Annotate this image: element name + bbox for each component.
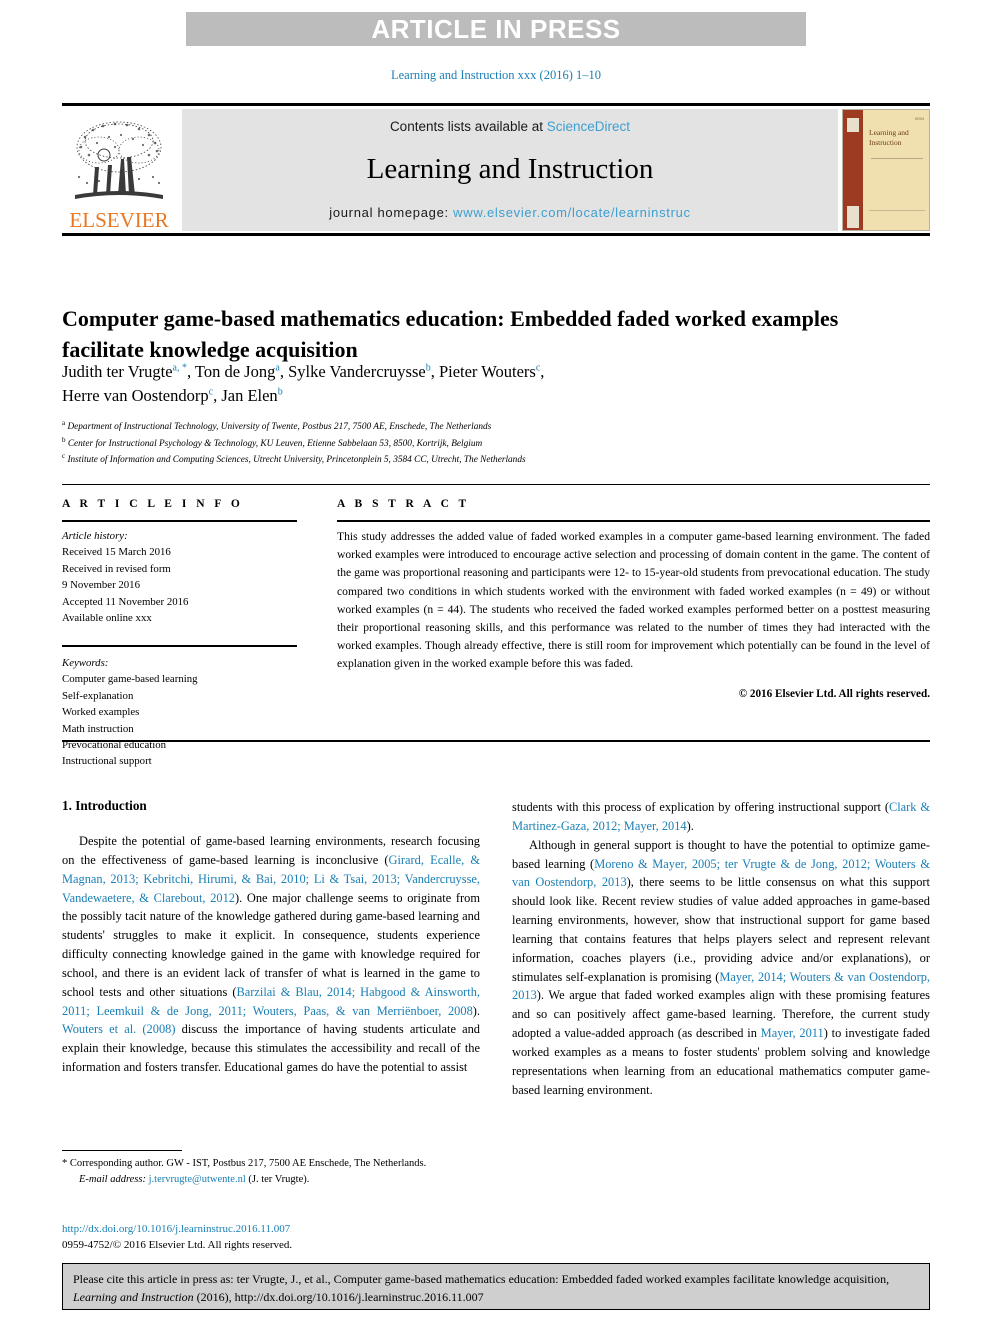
abstract-text: This study addresses the added value of … [337,530,930,671]
article-history-label: Article history: [62,530,128,542]
abstract-copyright: © 2016 Elsevier Ltd. All rights reserved… [738,688,930,700]
journal-reference-line: Learning and Instruction xxx (2016) 1–10 [390,68,602,82]
email-link[interactable]: j.tervrugte@utwente.nl [149,1174,246,1185]
citation-prefix: Please cite this article in press as: te… [73,1272,890,1286]
keyword-item: Worked examples [62,706,140,719]
author-2: , Ton de Jong [186,362,276,381]
citation-link[interactable]: Wouters et al. (2008) [62,1022,175,1036]
section-heading-introduction: 1. Introduction [62,798,147,813]
body-text-run: students with this process of explicatio… [512,800,889,814]
body-text-run: ). One major challenge seems to originat… [62,890,480,999]
keyword-item: Computer game-based learning [62,673,198,686]
keyword-item: Instructional support [62,755,152,768]
cover-divider-lower [869,210,925,211]
author-list: Judith ter Vrugtea, *, Ton de Jonga, Syl… [62,360,862,408]
body-text-run: ). [472,1003,480,1018]
author-5: Herre van Oostendorp [62,385,209,405]
email-owner: (J. ter Vrugte). [248,1173,310,1185]
body-top-rule [62,740,930,742]
masthead-content-band: Contents lists available at ScienceDirec… [182,109,838,231]
affiliation-item: b Center for Instructional Psychology & … [62,435,862,452]
author-line1-terminator: , [540,362,545,381]
affiliation-mark-a: a [62,419,66,427]
body-text-run: ). [686,818,694,833]
keywords-block: Keywords: Computer game-based learning S… [62,655,302,770]
affiliation-list: a Department of Instructional Technology… [62,418,862,468]
doi-link[interactable]: http://dx.doi.org/10.1016/j.learninstruc… [62,1222,482,1238]
affiliation-text-c: Institute of Information and Computing S… [67,455,526,466]
body-paragraph: Although in general support is thought t… [512,836,930,1100]
body-text-run: ), there seems to be little consensus on… [512,875,930,984]
section-top-rule [62,484,930,485]
author-6: , Jan Elen [213,385,278,405]
body-paragraph: students with this process of explicatio… [512,798,930,836]
contents-lists-line: Contents lists available at ScienceDirec… [390,119,630,134]
elsevier-logo: ELSEVIER [62,109,176,231]
article-info-heading: A R T I C L E I N F O [62,498,244,510]
contents-lists-prefix: Contents lists available at [389,119,547,134]
author-4: , Pieter Wouters [430,362,536,381]
journal-title: Learning and Instruction [366,152,654,185]
email-label: E-mail address: [79,1173,146,1185]
cover-issn-mark: ISSN [914,116,924,121]
cover-journal-title: Learning and Instruction [869,128,909,148]
article-in-press-banner: ARTICLE IN PRESS [186,12,806,46]
abstract-heading: A B S T R A C T [337,498,470,510]
author-6-affil-mark[interactable]: b [278,386,283,397]
abstract-rule [337,520,930,522]
history-item: Received in revised form [62,562,171,575]
affiliation-mark-b: b [62,435,66,444]
affiliation-mark-c: c [62,452,66,460]
elsevier-tree-icon [75,121,163,199]
body-paragraph: Despite the potential of game-based lear… [62,832,480,1077]
affiliation-item: a Department of Instructional Technology… [62,418,862,435]
citation-link[interactable]: Mayer, 2011 [761,1026,824,1040]
journal-homepage-line: journal homepage: www.elsevier.com/locat… [329,205,691,220]
keywords-label: Keywords: [62,657,109,669]
issn-copyright-line: 0959-4752/© 2016 Elsevier Ltd. All right… [62,1239,293,1251]
keywords-rule [62,645,297,647]
journal-homepage-link[interactable]: www.elsevier.com/locate/learninstruc [453,205,691,220]
article-info-rule [62,520,297,522]
keyword-item: Math instruction [62,722,134,735]
masthead-bottom-rule [62,233,930,236]
journal-homepage-label: journal homepage: [329,204,454,220]
body-column-left: Despite the potential of game-based lear… [62,832,480,1077]
corresponding-author-note: * Corresponding author. GW - IST, Postbu… [62,1158,427,1169]
email-note: E-mail address: j.tervrugte@utwente.nl (… [62,1172,482,1188]
article-in-press-label: ARTICLE IN PRESS [371,13,621,44]
article-history-block: Article history: Received 15 March 2016 … [62,528,302,626]
citation-suffix: (2016), http://dx.doi.org/10.1016/j.lear… [193,1289,484,1304]
citation-journal-name: Learning and Instruction [73,1289,194,1304]
author-1: Judith ter Vrugte [62,362,173,381]
affiliation-text-a: Department of Instructional Technology, … [67,422,492,433]
body-column-right: students with this process of explicatio… [512,798,930,1100]
history-item: Received 15 March 2016 [62,546,171,559]
affiliation-text-b: Center for Instructional Psychology & Te… [67,438,483,449]
sciencedirect-link[interactable]: ScienceDirect [547,119,630,134]
cover-spine [843,110,863,230]
cover-divider [871,158,923,159]
affiliation-item: c Institute of Information and Computing… [62,451,862,468]
keyword-item: Self-explanation [62,689,134,702]
citation-notice-box: Please cite this article in press as: te… [62,1263,930,1310]
history-item: Accepted 11 November 2016 [62,595,189,608]
page-title: Computer game-based mathematics educatio… [62,305,839,362]
history-item: 9 November 2016 [62,579,140,592]
author-1-affil-marks[interactable]: a, * [173,363,187,374]
journal-cover-thumbnail: ISSN Learning and Instruction [842,109,930,231]
footnote-block: * Corresponding author. GW - IST, Postbu… [62,1156,482,1188]
footnote-rule [62,1150,182,1151]
history-item: Available online xxx [62,612,152,625]
author-3: , Sylke Vandercruysse [279,362,426,381]
journal-masthead: ELSEVIER Contents lists available at Sci… [62,103,930,236]
elsevier-wordmark: ELSEVIER [69,208,169,232]
masthead-top-rule [62,103,930,106]
